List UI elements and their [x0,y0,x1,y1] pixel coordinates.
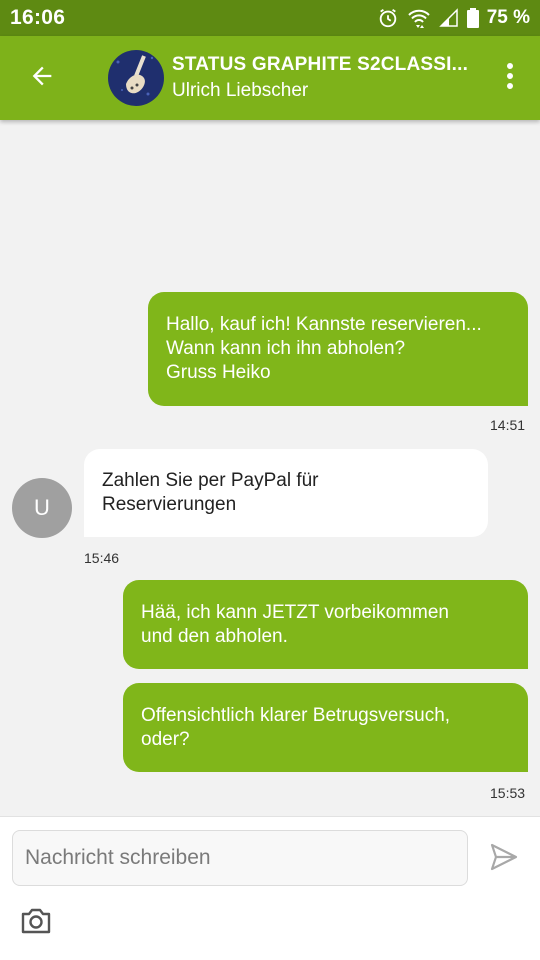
partner-avatar[interactable]: U [12,478,72,538]
app-bar: STATUS GRAPHITE S2CLASSI... Ulrich Liebs… [0,36,540,120]
status-time: 16:06 [10,6,66,29]
back-arrow-icon [28,62,56,95]
camera-icon [20,907,52,940]
message-outgoing[interactable]: Hää, ich kann JETZT vorbeikommen und den… [123,580,528,669]
composer [0,816,540,960]
signal-icon [438,8,459,28]
wifi-icon [407,7,431,29]
message-input[interactable] [12,830,468,886]
conversation-partner: Ulrich Liebscher [172,80,309,101]
camera-button[interactable] [16,903,56,943]
message-text: Hallo, kauf ich! Kannste reservieren... … [166,314,482,383]
message-text: Zahlen Sie per PayPal für Reservierungen [102,470,319,515]
message-text: Hää, ich kann JETZT vorbeikommen und den… [141,601,449,647]
message-text: Offensichtlich klarer Betrugsversuch, od… [141,704,451,750]
conversation-title: STATUS GRAPHITE S2CLASSI... [172,54,469,75]
listing-avatar[interactable] [108,50,164,106]
more-options-button[interactable] [480,36,540,120]
message-timestamp: 15:46 [84,550,120,566]
send-button[interactable] [484,839,524,879]
message-timestamp: 14:51 [490,417,526,433]
partner-initial: U [34,495,50,520]
alarm-icon [377,7,399,29]
battery-icon [466,8,479,28]
message-timestamp: 15:53 [490,785,526,801]
back-button[interactable] [0,36,84,120]
status-bar: 16:06 75 % [0,0,540,36]
send-icon [488,841,520,878]
message-outgoing[interactable]: Hallo, kauf ich! Kannste reservieren... … [148,292,528,406]
message-outgoing[interactable]: Offensichtlich klarer Betrugsversuch, od… [123,683,528,772]
more-vert-icon [506,62,514,94]
battery-percent: 75 % [486,7,530,28]
message-incoming[interactable]: Zahlen Sie per PayPal für Reservierungen [84,449,488,537]
message-list[interactable]: Hallo, kauf ich! Kannste reservieren... … [0,120,540,816]
